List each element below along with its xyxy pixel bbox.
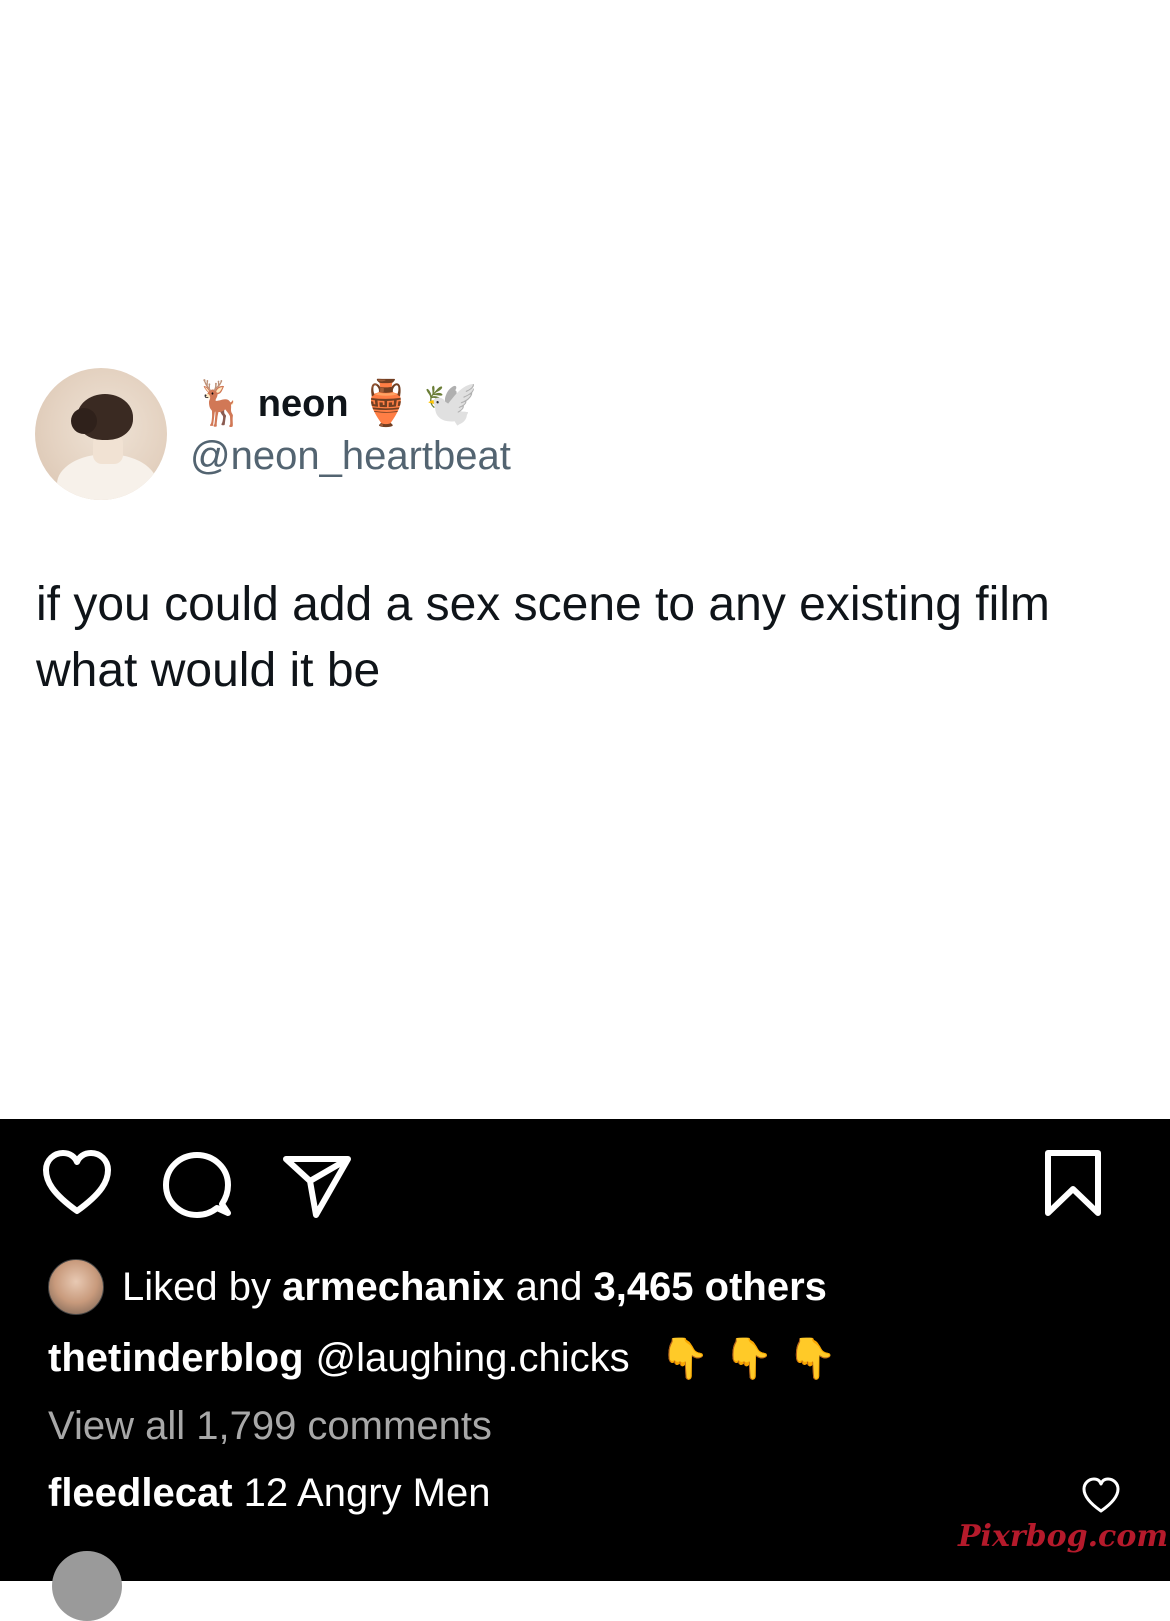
save-button[interactable] — [1040, 1149, 1106, 1219]
caption-username[interactable]: thetinderblog — [48, 1336, 304, 1381]
likes-prefix: Liked by — [122, 1264, 271, 1309]
comment-row: fleedlecat 12 Angry Men — [48, 1471, 490, 1516]
share-icon — [283, 1156, 351, 1218]
tweet-card: 🦌 neon 🏺 🕊️ @neon_heartbeat if you could… — [0, 0, 1170, 1119]
like-button[interactable] — [42, 1149, 112, 1219]
post-caption: thetinderblog @laughing.chicks 👇👇👇 — [48, 1335, 851, 1382]
liker-username[interactable]: armechanix — [282, 1265, 504, 1310]
next-comment-avatar[interactable] — [52, 1551, 122, 1621]
pointing-down-emoji-icon: 👇👇👇 — [659, 1337, 852, 1381]
liker-avatar[interactable] — [48, 1259, 104, 1315]
dove-emoji-icon: 🕊️ — [423, 379, 479, 428]
amphora-emoji-icon: 🏺 — [358, 379, 414, 428]
comment-text: 12 Angry Men — [243, 1471, 491, 1515]
view-all-comments-link[interactable]: View all 1,799 comments — [48, 1404, 492, 1449]
bookmark-icon — [1045, 1150, 1101, 1216]
comment-icon — [163, 1152, 231, 1218]
tweet-author-name-row: 🦌 neon 🏺 🕊️ — [193, 376, 478, 432]
caption-mention[interactable]: @laughing.chicks — [316, 1336, 630, 1381]
heart-icon — [43, 1150, 111, 1214]
tweet-handle[interactable]: @neon_heartbeat — [190, 434, 511, 479]
tweet-display-name[interactable]: neon — [258, 383, 349, 426]
instagram-post-footer: Liked by armechanix and 3,465 others the… — [0, 1119, 1170, 1621]
comment-like-button[interactable] — [1082, 1477, 1120, 1515]
likes-count[interactable]: 3,465 others — [593, 1265, 826, 1310]
deer-emoji-icon: 🦌 — [193, 379, 248, 428]
comment-button[interactable] — [162, 1150, 232, 1220]
watermark: Pixrbog.com — [958, 1519, 1169, 1554]
likes-middle: and — [515, 1264, 583, 1309]
tweet-text: if you could add a sex scene to any exis… — [36, 578, 1050, 697]
comment-username[interactable]: fleedlecat — [48, 1471, 233, 1515]
share-button[interactable] — [282, 1151, 352, 1221]
heart-icon — [1082, 1477, 1120, 1513]
likes-summary[interactable]: Liked by armechanix and 3,465 others — [48, 1259, 827, 1315]
tweet-author-avatar[interactable] — [35, 368, 167, 500]
